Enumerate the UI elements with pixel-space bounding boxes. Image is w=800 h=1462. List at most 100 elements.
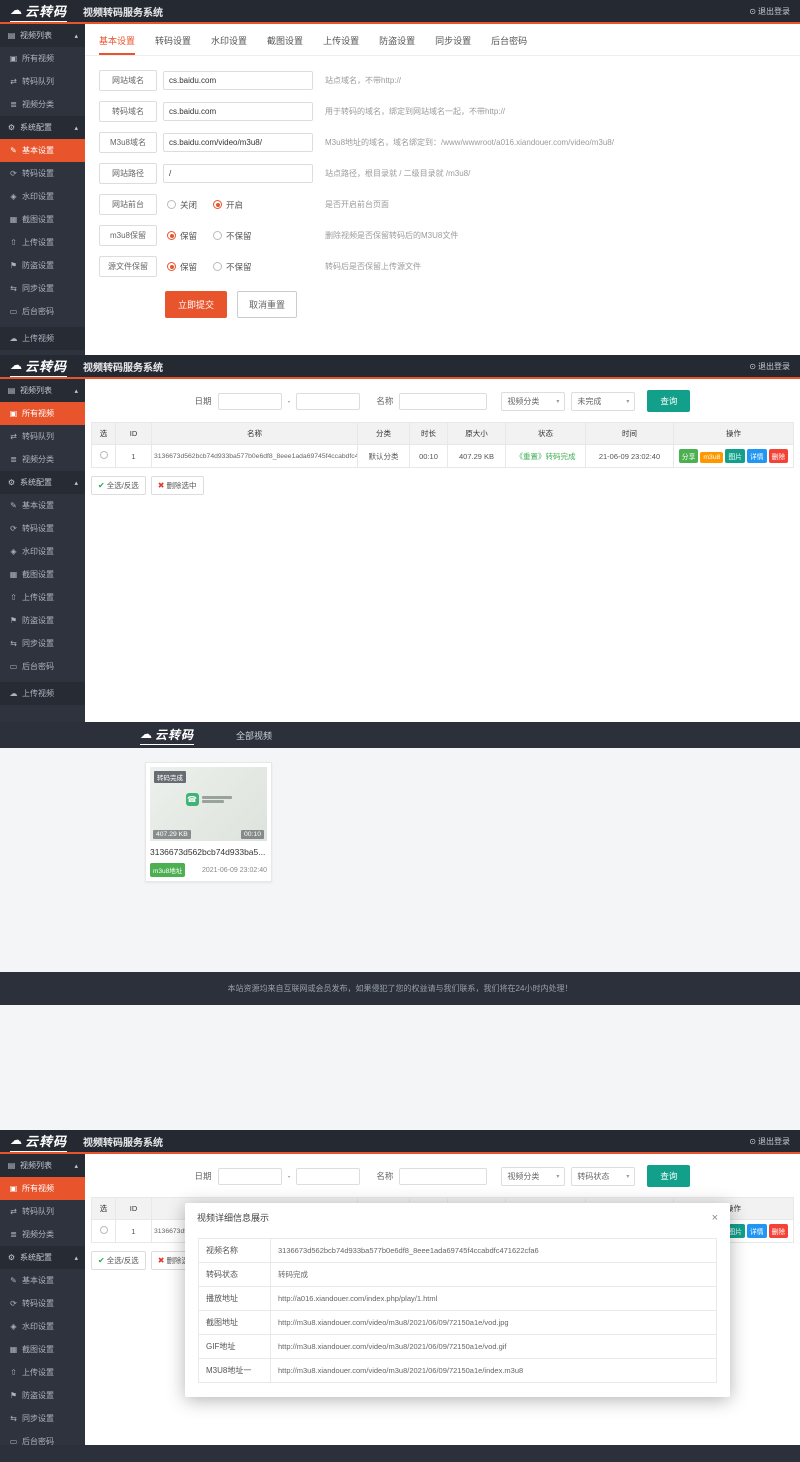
front-logo[interactable]: ☁ 云转码 (140, 726, 194, 745)
sidebar-item-upload-video[interactable]: ☁上传视频 (0, 682, 85, 705)
share-button[interactable]: 分享 (679, 449, 699, 463)
site-domain-input[interactable] (163, 71, 313, 90)
date-from-input[interactable] (218, 393, 282, 410)
cloud-logo-icon: ☁ (10, 1133, 23, 1147)
delete-selected-button[interactable]: ✖删除选中 (151, 476, 204, 495)
sidebar-item-admin-password[interactable]: ▭后台密码 (0, 655, 85, 678)
date-from-input[interactable] (218, 1168, 282, 1185)
logout-button[interactable]: ⊙ 退出登录 (749, 1136, 790, 1147)
sidebar-group-system-config[interactable]: ⚙ 系统配置 ▴ (0, 1246, 85, 1269)
m3u8-domain-input[interactable] (163, 133, 313, 152)
check-icon: ✔ (98, 1256, 105, 1265)
upload-icon: ⇧ (9, 1368, 18, 1377)
m3u8-address-button[interactable]: m3u8地址 (150, 863, 185, 877)
sidebar-item-transcode-settings[interactable]: ⟳转码设置 (0, 162, 85, 185)
video-title[interactable]: 3136673d562bcb74d933ba5... (150, 847, 267, 857)
sidebar-item-video-category[interactable]: ≣视频分类 (0, 448, 85, 471)
sidebar-item-all-videos[interactable]: ▣所有视频 (0, 1177, 85, 1200)
sidebar-item-snapshot-settings[interactable]: ▦截图设置 (0, 208, 85, 231)
sidebar-item-watermark-settings[interactable]: ◈水印设置 (0, 185, 85, 208)
m3u8-button[interactable]: m3u8 (700, 452, 723, 463)
sidebar-item-antitheft-settings[interactable]: ⚑防盗设置 (0, 1384, 85, 1407)
sidebar-item-sync-settings[interactable]: ⇆同步设置 (0, 277, 85, 300)
sidebar-item-antitheft-settings[interactable]: ⚑防盗设置 (0, 254, 85, 277)
sidebar-item-upload-settings[interactable]: ⇧上传设置 (0, 586, 85, 609)
submit-button[interactable]: 立即提交 (165, 291, 227, 318)
tab-snapshot-settings[interactable]: 截图设置 (267, 34, 303, 55)
close-icon[interactable]: × (712, 1212, 718, 1224)
category-select[interactable]: 视频分类▾ (501, 392, 565, 411)
sidebar-item-snapshot-settings[interactable]: ▦截图设置 (0, 1338, 85, 1361)
sidebar-item-watermark-settings[interactable]: ◈水印设置 (0, 540, 85, 563)
logout-button[interactable]: ⊙ 退出登录 (749, 361, 790, 372)
sidebar-item-transcode-queue[interactable]: ⇄转码队列 (0, 1200, 85, 1223)
sidebar-item-video-category[interactable]: ≣视频分类 (0, 1223, 85, 1246)
sidebar-item-sync-settings[interactable]: ⇆同步设置 (0, 632, 85, 655)
video-card[interactable]: 转码完成 ☎ 407.29 KB 00:10 3136673d562bcb74d… (145, 762, 272, 882)
sidebar-item-basic-settings[interactable]: ✎基本设置 (0, 1269, 85, 1292)
date-to-input[interactable] (296, 393, 360, 410)
tab-watermark-settings[interactable]: 水印设置 (211, 34, 247, 55)
radio-discard[interactable] (213, 262, 222, 271)
radio-keep[interactable] (167, 231, 176, 240)
sidebar-item-admin-password[interactable]: ▭后台密码 (0, 300, 85, 323)
sidebar-item-transcode-queue[interactable]: ⇄转码队列 (0, 425, 85, 448)
nav-all-videos[interactable]: 全部视频 (236, 729, 272, 742)
tab-admin-password[interactable]: 后台密码 (491, 34, 527, 55)
sidebar-item-all-videos[interactable]: ▣所有视频 (0, 402, 85, 425)
detail-row: M3U8地址一http://m3u8.xiandouer.com/video/m… (199, 1359, 717, 1383)
row-checkbox[interactable] (100, 451, 108, 459)
detail-button[interactable]: 详情 (747, 1224, 767, 1238)
tab-transcode-settings[interactable]: 转码设置 (155, 34, 191, 55)
tab-antitheft-settings[interactable]: 防盗设置 (379, 34, 415, 55)
sidebar-group-system-config[interactable]: ⚙ 系统配置 ▴ (0, 471, 85, 494)
sidebar-item-sync-settings[interactable]: ⇆同步设置 (0, 1407, 85, 1430)
sidebar-item-upload-settings[interactable]: ⇧上传设置 (0, 1361, 85, 1384)
status-select[interactable]: 转码状态▾ (571, 1167, 635, 1186)
radio-off[interactable] (167, 200, 176, 209)
select-all-button[interactable]: ✔全选/反选 (91, 1251, 146, 1270)
sidebar-group-video-list[interactable]: ▤ 视频列表 ▴ (0, 24, 85, 47)
select-all-button[interactable]: ✔全选/反选 (91, 476, 146, 495)
sidebar-item-video-category[interactable]: ≣视频分类 (0, 93, 85, 116)
delete-button[interactable]: 删除 (769, 449, 789, 463)
sidebar-group-video-list[interactable]: ▤ 视频列表 ▴ (0, 1154, 85, 1177)
sidebar-item-transcode-settings[interactable]: ⟳转码设置 (0, 1292, 85, 1315)
sidebar-item-watermark-settings[interactable]: ◈水印设置 (0, 1315, 85, 1338)
transcode-domain-input[interactable] (163, 102, 313, 121)
sidebar-item-all-videos[interactable]: ▣所有视频 (0, 47, 85, 70)
sidebar-item-upload-video[interactable]: ☁上传视频 (0, 327, 85, 350)
delete-button[interactable]: 删除 (769, 1224, 789, 1238)
date-to-input[interactable] (296, 1168, 360, 1185)
search-button[interactable]: 查询 (647, 1165, 690, 1187)
sidebar-item-transcode-queue[interactable]: ⇄转码队列 (0, 70, 85, 93)
sidebar-group-video-list[interactable]: ▤ 视频列表 ▴ (0, 379, 85, 402)
sidebar-item-basic-settings[interactable]: ✎基本设置 (0, 139, 85, 162)
sidebar-item-basic-settings[interactable]: ✎基本设置 (0, 494, 85, 517)
search-button[interactable]: 查询 (647, 390, 690, 412)
site-path-input[interactable] (163, 164, 313, 183)
sidebar-item-snapshot-settings[interactable]: ▦截图设置 (0, 563, 85, 586)
tab-basic-settings[interactable]: 基本设置 (99, 34, 135, 55)
name-search-input[interactable] (399, 393, 487, 410)
name-search-input[interactable] (399, 1168, 487, 1185)
radio-discard[interactable] (213, 231, 222, 240)
video-thumbnail[interactable]: 转码完成 ☎ 407.29 KB 00:10 (150, 767, 267, 841)
cloud-logo-icon: ☁ (140, 727, 153, 741)
picture-button[interactable]: 图片 (725, 449, 745, 463)
row-checkbox[interactable] (100, 1226, 108, 1234)
sidebar-group-system-config[interactable]: ⚙ 系统配置 ▴ (0, 116, 85, 139)
radio-on[interactable] (213, 200, 222, 209)
tab-upload-settings[interactable]: 上传设置 (323, 34, 359, 55)
sidebar-item-antitheft-settings[interactable]: ⚑防盗设置 (0, 609, 85, 632)
tab-sync-settings[interactable]: 同步设置 (435, 34, 471, 55)
status-select[interactable]: 未完成▾ (571, 392, 635, 411)
sidebar-item-transcode-settings[interactable]: ⟳转码设置 (0, 517, 85, 540)
logout-button[interactable]: ⊙ 退出登录 (749, 6, 790, 17)
sidebar-item-upload-settings[interactable]: ⇧上传设置 (0, 231, 85, 254)
category-select[interactable]: 视频分类▾ (501, 1167, 565, 1186)
detail-button[interactable]: 详情 (747, 449, 767, 463)
reset-button[interactable]: 取消重置 (237, 291, 297, 318)
radio-keep[interactable] (167, 262, 176, 271)
front-site-screen: ☁ 云转码 全部视频 转码完成 ☎ 407.29 KB 00:10 (0, 722, 800, 1130)
